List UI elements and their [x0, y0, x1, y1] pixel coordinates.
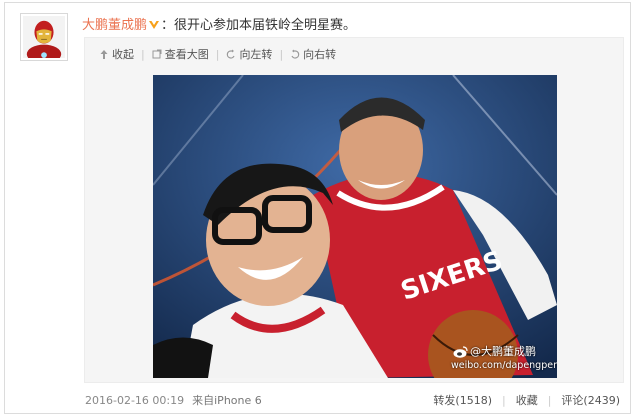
weibo-post-card: 大鹏董成鹏 ：很开心参加本届铁岭全明星赛。 收起 | 查看大图 | 向左转 | 向… — [4, 2, 631, 414]
action-divider: | — [501, 393, 506, 407]
collapse-button[interactable]: 收起 — [99, 46, 134, 62]
selfie-photo-illustration: SIXERS 3 — [153, 75, 557, 378]
rotate-left-label: 向左转 — [239, 48, 273, 61]
media-box: 收起 | 查看大图 | 向左转 | 向右转 SIXERS @大鹏董成鹏 weib… — [84, 37, 624, 383]
image-toolbar: 收起 | 查看大图 | 向左转 | 向右转 — [99, 46, 336, 62]
post-source: 来自iPhone 6 — [192, 394, 262, 407]
favorite-button[interactable]: 收藏 — [516, 392, 538, 408]
post-actions: 转发(1518) | 收藏 | 评论(2439) — [433, 392, 620, 408]
v-badge-icon[interactable] — [148, 19, 160, 29]
repost-button[interactable]: 转发(1518) — [433, 392, 492, 408]
ironman-avatar-icon — [23, 16, 65, 58]
view-large-button[interactable]: 查看大图 — [152, 46, 209, 62]
rotate-left-button[interactable]: 向左转 — [226, 46, 272, 62]
toolbar-divider: | — [141, 47, 145, 61]
post-time-link[interactable]: 2016-02-16 00:19 — [85, 394, 184, 407]
watermark-url: weibo.com/dapengpeng — [451, 360, 557, 371]
post-meta: 2016-02-16 00:19 来自iPhone 6 — [85, 392, 262, 408]
post-photo[interactable]: SIXERS 3 — [153, 75, 557, 378]
post-text: ：很开心参加本届铁岭全明星赛。 — [161, 18, 357, 33]
rotate-right-icon — [290, 49, 300, 60]
view-large-label: 查看大图 — [164, 48, 209, 61]
post-text-line: 大鹏董成鹏 ：很开心参加本届铁岭全明星赛。 — [82, 14, 356, 33]
collapse-label: 收起 — [112, 48, 134, 61]
photo-watermark: @大鹏董成鹏 weibo.com/dapengpeng — [451, 345, 557, 373]
rotate-left-icon — [226, 49, 236, 60]
action-divider: | — [547, 393, 552, 407]
rotate-right-label: 向右转 — [303, 48, 337, 61]
toolbar-divider: | — [215, 47, 220, 61]
avatar[interactable] — [20, 13, 68, 61]
author-link[interactable]: 大鹏董成鹏 — [82, 18, 147, 33]
watermark-handle: @大鹏董成鹏 — [470, 345, 536, 358]
enlarge-icon — [152, 49, 162, 60]
weibo-logo-icon — [453, 346, 468, 358]
arrow-up-icon — [99, 49, 109, 60]
comment-button[interactable]: 评论(2439) — [561, 392, 620, 408]
toolbar-divider: | — [279, 47, 284, 61]
rotate-right-button[interactable]: 向右转 — [290, 46, 336, 62]
